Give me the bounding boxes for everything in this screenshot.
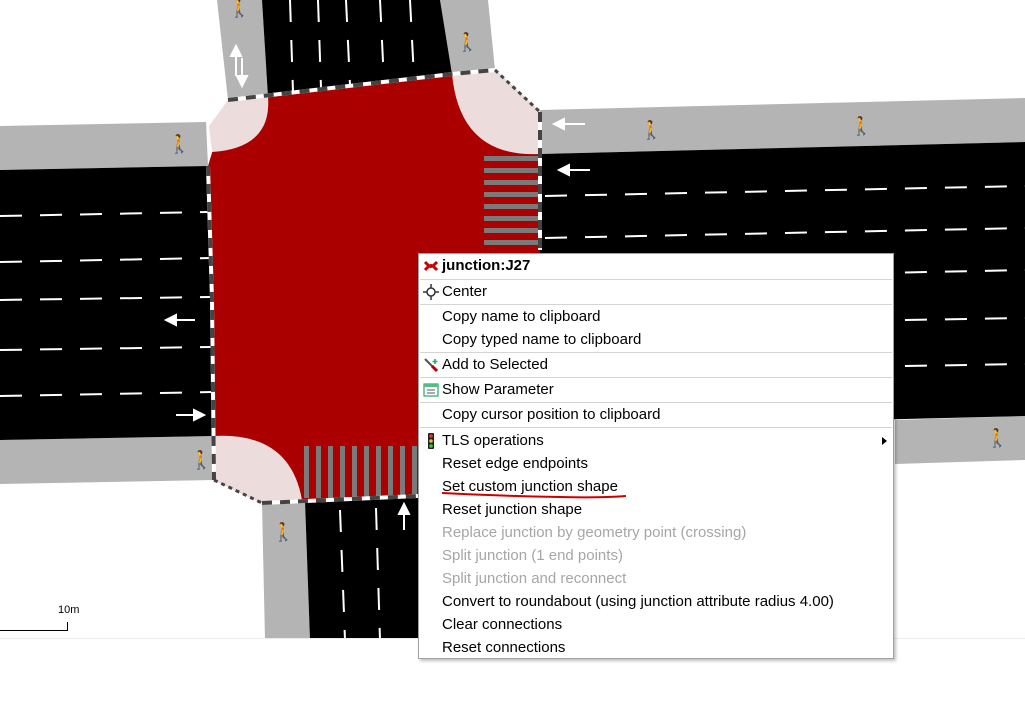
junction-icon [423,258,439,274]
add-selected-icon [423,357,439,373]
menu-item-copy-typed-name[interactable]: Copy typed name to clipboard [419,329,893,351]
menu-item-split-junction: Split junction (1 end points) [419,545,893,567]
pedestrian-icon: 🚶 [168,133,190,155]
menu-item-label: Replace junction by geometry point (cros… [442,524,747,541]
menu-item-tls-operations[interactable]: TLS operations [419,430,893,452]
menu-item-center[interactable]: Center [419,281,893,303]
pedestrian-icon: 🚶 [190,449,212,471]
menu-item-label: Split junction and reconnect [442,570,627,587]
menu-item-split-junction-reconnect: Split junction and reconnect [419,568,893,590]
menu-item-reset-edge-endpoints[interactable]: Reset edge endpoints [419,453,893,475]
scale-tick [67,622,68,631]
menu-item-label: Reset connections [442,639,566,656]
pedestrian-icon: 🚶 [850,115,872,137]
menu-item-convert-to-roundabout[interactable]: Convert to roundabout (using junction at… [419,591,893,613]
pedestrian-icon: 🚶 [986,427,1008,449]
menu-item-label: Copy typed name to clipboard [442,331,642,348]
annotation-underline [441,492,627,499]
road-south [305,496,418,640]
menu-item-label: Show Parameter [442,381,554,398]
pedestrian-icon: 🚶 [272,521,294,543]
menu-item-copy-name[interactable]: Copy name to clipboard [419,306,893,328]
pedestrian-icon: 🚶 [456,31,478,53]
road-west [0,166,214,440]
menu-separator [420,402,892,403]
menu-item-copy-cursor-position[interactable]: Copy cursor position to clipboard [419,404,893,426]
menu-item-clear-connections[interactable]: Clear connections [419,614,893,636]
sidewalk-west-bottom [0,436,214,484]
menu-item-label: Add to Selected [442,356,548,373]
menu-item-label: TLS operations [442,432,544,449]
submenu-arrow-icon [882,437,887,445]
menu-separator [420,377,892,378]
menu-separator [420,427,892,428]
menu-item-label: Copy name to clipboard [442,308,601,325]
menu-separator [420,304,892,305]
menu-item-label: Split junction (1 end points) [442,547,623,564]
menu-item-label: Clear connections [442,616,563,633]
menu-title: junction:J27 [419,255,893,277]
menu-item-reset-junction-shape[interactable]: Reset junction shape [419,499,893,521]
menu-item-replace-junction: Replace junction by geometry point (cros… [419,522,893,544]
pedestrian-icon: 🚶 [640,119,662,141]
menu-item-label: Reset edge endpoints [442,455,588,472]
junction-context-menu: junction:J27 Center Copy name to clipboa… [418,253,894,659]
menu-item-label: Reset junction shape [442,501,583,518]
scale-bar [0,630,68,631]
menu-item-label: Center [442,283,488,300]
scale-label: 10m [58,604,80,616]
menu-separator [420,279,892,280]
parameter-icon [423,382,439,398]
menu-item-show-parameter[interactable]: Show Parameter [419,379,893,401]
traffic-light-icon [423,433,439,449]
pedestrian-icon: 🚶 [228,0,250,19]
center-icon [423,284,439,300]
menu-title-label: junction:J27 [442,257,531,274]
menu-item-label: Copy cursor position to clipboard [442,406,661,423]
menu-item-label: Convert to roundabout (using junction at… [442,593,834,610]
menu-separator [420,352,892,353]
menu-item-reset-connections[interactable]: Reset connections [419,637,893,659]
menu-item-add-to-selected[interactable]: Add to Selected [419,354,893,376]
